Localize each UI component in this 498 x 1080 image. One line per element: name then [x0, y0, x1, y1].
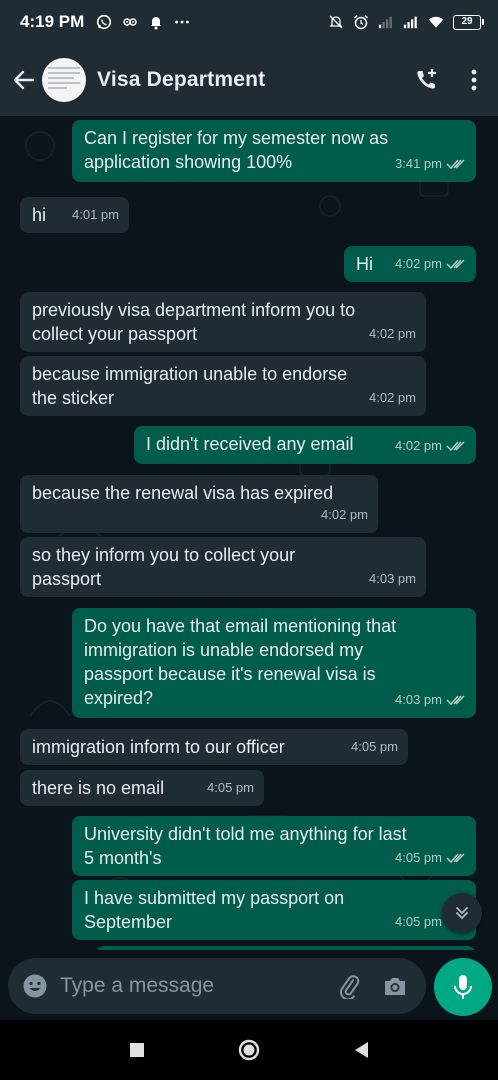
avatar-document-image	[48, 67, 80, 92]
message-bubble-outgoing[interactable]: University didn't told me anything for l…	[72, 816, 476, 876]
message-bubble-outgoing[interactable]: I have submitted my passport on Septembe…	[72, 880, 476, 940]
contact-avatar[interactable]	[42, 58, 86, 102]
alarm-icon	[353, 14, 369, 30]
message-bubble-outgoing[interactable]: Can I register for my semester now as ap…	[72, 120, 476, 182]
message-time: 4:05 pm	[207, 780, 254, 795]
signal-full-icon	[403, 14, 419, 30]
home-circle-icon[interactable]	[237, 1038, 261, 1062]
whatsapp-icon	[96, 14, 112, 30]
message-time: 3:41 pm	[395, 156, 442, 171]
message-bubble-incoming[interactable]: hi 4:01 pm	[20, 197, 129, 233]
mic-button[interactable]	[434, 958, 492, 1016]
status-left-icons	[96, 14, 190, 30]
double-chevron-down-icon	[456, 907, 468, 920]
message-bubble-incoming[interactable]: because the renewal visa has expired 4:0…	[20, 475, 378, 533]
overflow-menu-icon[interactable]	[470, 68, 478, 92]
message-text: so they inform you to collect your passp…	[32, 545, 296, 589]
owl-icon	[122, 14, 138, 30]
message-time: 4:02 pm	[369, 390, 416, 405]
message-time: 4:05 pm	[395, 914, 442, 929]
message-bubble-outgoing[interactable]: Do you have that email mentioning that i…	[72, 608, 476, 718]
system-navigation-bar	[0, 1020, 498, 1080]
read-ticks-icon	[446, 158, 466, 170]
message-text: previously visa department inform you to…	[32, 300, 356, 344]
message-time: 4:01 pm	[72, 207, 119, 222]
attach-icon[interactable]	[334, 971, 364, 1001]
message-input[interactable]	[60, 974, 300, 998]
mute-icon	[328, 14, 344, 30]
recents-square-icon[interactable]	[125, 1038, 149, 1062]
message-time: 4:05 pm	[351, 739, 398, 754]
message-text: immigration inform to our officer	[32, 737, 285, 757]
message-bubble-incoming[interactable]: because immigration unable to endorse th…	[20, 356, 426, 416]
message-list[interactable]: Can I register for my semester now as ap…	[0, 116, 498, 950]
message-bubble-outgoing[interactable]: Hi 4:02 pm	[344, 246, 476, 282]
message-time: 4:05 pm	[395, 850, 442, 865]
status-bar: 4:19 PM 29	[0, 0, 498, 44]
message-bubble-incoming[interactable]: so they inform you to collect your passp…	[20, 537, 426, 597]
message-bubble-incoming[interactable]: there is no email 4:05 pm	[20, 770, 264, 806]
mic-icon	[454, 975, 472, 999]
battery-level: 29	[453, 14, 481, 30]
back-triangle-icon[interactable]	[349, 1038, 373, 1062]
message-time: 4:03 pm	[395, 692, 442, 707]
wifi-icon	[428, 14, 444, 30]
add-call-icon[interactable]	[414, 67, 440, 93]
emoji-icon[interactable]	[20, 971, 50, 1001]
message-time: 4:02 pm	[395, 438, 442, 453]
battery-indicator: 29	[453, 14, 484, 30]
message-bubble-incoming[interactable]: immigration inform to our officer 4:05 p…	[20, 729, 408, 765]
message-time: 4:02 pm	[395, 256, 442, 271]
message-bubble-incoming[interactable]: previously visa department inform you to…	[20, 292, 426, 352]
message-text: because immigration unable to endorse th…	[32, 364, 348, 408]
more-dots-icon	[174, 14, 190, 30]
composer-bar	[0, 950, 498, 1020]
scroll-to-bottom-button[interactable]	[442, 893, 482, 933]
camera-icon[interactable]	[380, 971, 410, 1001]
status-right-icons: 29	[328, 14, 484, 30]
chat-header: Visa Department	[0, 44, 498, 116]
status-time: 4:19 PM	[20, 12, 85, 31]
read-ticks-icon	[446, 440, 466, 452]
signal-weak-icon	[378, 14, 394, 30]
message-text: because the renewal visa has expired	[32, 483, 334, 503]
read-ticks-icon	[446, 694, 466, 706]
message-time: 4:02 pm	[369, 326, 416, 341]
back-arrow-icon[interactable]	[6, 60, 42, 100]
message-input-container[interactable]	[8, 958, 426, 1014]
read-ticks-icon	[446, 852, 466, 864]
read-ticks-icon	[446, 258, 466, 270]
message-time: 4:03 pm	[369, 571, 416, 586]
notification-bell-icon	[148, 14, 164, 30]
message-bubble-outgoing[interactable]: I didn't received any email 4:02 pm	[134, 426, 476, 464]
contact-name[interactable]: Visa Department	[97, 68, 265, 92]
message-time: 4:02 pm	[321, 507, 368, 522]
